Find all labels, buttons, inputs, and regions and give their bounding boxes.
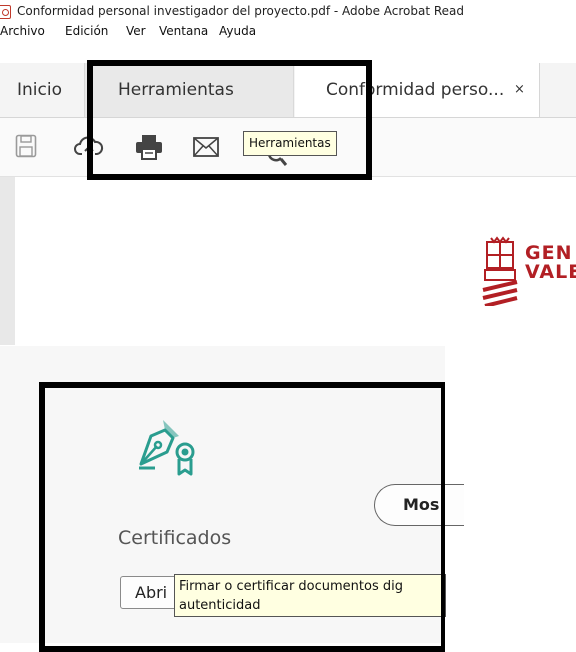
menu-edicion[interactable]: Edición	[65, 22, 108, 40]
tab-inicio-label: Inicio	[17, 80, 62, 100]
save-icon[interactable]	[15, 134, 37, 162]
menu-ayuda[interactable]: Ayuda	[219, 22, 256, 40]
window-title: Conformidad personal investigador del pr…	[17, 4, 465, 18]
menu-bar: Archivo Edición Ver Ventana Ayuda	[0, 22, 576, 40]
generalitat-logo-icon	[481, 234, 519, 310]
highlight-box-tools-tab	[87, 60, 372, 180]
menu-ver[interactable]: Ver	[126, 22, 146, 40]
highlight-box-certificates	[39, 382, 445, 652]
acrobat-app-icon	[0, 5, 11, 19]
menu-ventana[interactable]: Ventana	[159, 22, 208, 40]
tab-inicio[interactable]: Inicio	[0, 63, 84, 117]
close-tab-icon[interactable]: ×	[514, 63, 525, 117]
menu-archivo[interactable]: Archivo	[0, 22, 45, 40]
title-bar: Conformidad personal investigador del pr…	[0, 0, 576, 22]
logo-line-2: VALE	[525, 261, 576, 283]
document-left-gutter	[0, 177, 15, 345]
generalitat-logo-wordmark: GEN VALE	[525, 244, 576, 282]
